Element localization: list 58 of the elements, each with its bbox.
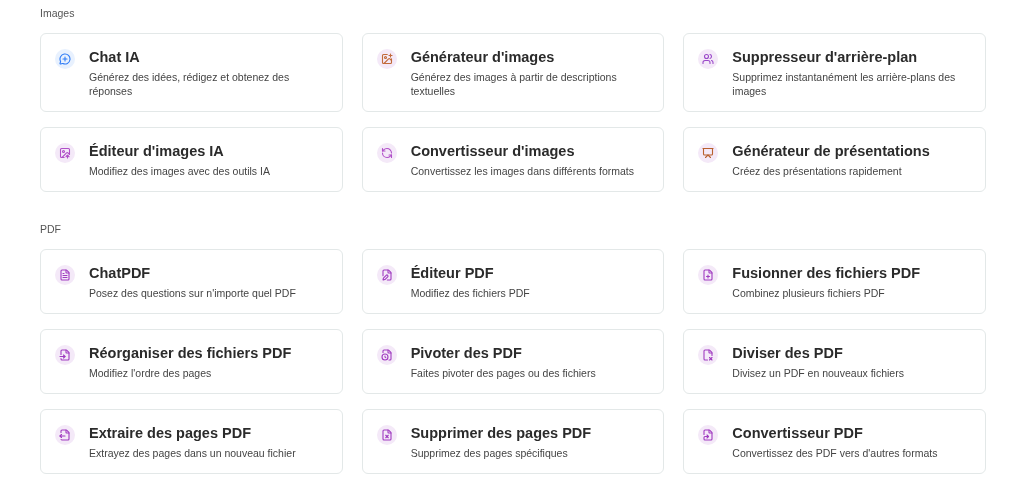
- tool-card[interactable]: Convertisseur d'images Convertissez les images dans différents formats: [361, 127, 665, 192]
- card-title: Convertisseur PDF: [732, 424, 864, 443]
- card-description: Créez des présentations rapidement: [732, 164, 903, 178]
- card-title: Éditeur d'images IA: [89, 142, 225, 161]
- card-description: Générez des images à partir de descriptions textuelles: [410, 70, 618, 98]
- card-description: Modifiez des fichiers PDF: [410, 286, 530, 300]
- card-description: Convertissez les images dans différents formats: [410, 164, 634, 178]
- tool-card[interactable]: Pivoter des PDF Faites pivoter des pages ou des fichiers: [361, 329, 665, 394]
- document-cross-icon: [698, 345, 719, 365]
- card-title: Générateur de présentations: [732, 142, 930, 161]
- card-description: Divisez un PDF en nouveaux fichiers: [732, 366, 904, 380]
- tool-card[interactable]: Supprimer des pages PDF Supprimez des pages spécifiques: [361, 409, 665, 474]
- card-title: Pivoter des PDF: [410, 344, 523, 363]
- tool-card[interactable]: Fusionner des fichiers PDF Combinez plusieurs fichiers PDF: [683, 249, 986, 314]
- card-description: Faites pivoter des pages ou des fichiers: [410, 366, 596, 380]
- tool-card[interactable]: Éditeur d'images IA Modifiez des images avec des outils IA: [40, 127, 343, 192]
- document-icon: [55, 265, 75, 285]
- document-plus-icon: [698, 265, 719, 285]
- tool-card[interactable]: Suppresseur d'arrière-plan Supprimez instantanément les arrière-plans des images: [683, 33, 986, 112]
- card-description: Posez des questions sur n'importe quel PDF: [89, 286, 296, 300]
- tool-card[interactable]: Extraire des pages PDF Extrayez des pages dans un nouveau fichier: [40, 409, 343, 474]
- tool-card[interactable]: Chat IA Générez des idées, rédigez et obtenez des réponses: [40, 33, 343, 112]
- presentation-icon: [698, 143, 719, 163]
- card-description: Modifiez l'ordre des pages: [89, 366, 213, 380]
- card-title: Chat IA: [89, 48, 141, 67]
- card-title: Diviser des PDF: [732, 344, 844, 363]
- image-plus-icon: [376, 49, 397, 69]
- tool-card[interactable]: Diviser des PDF Divisez un PDF en nouveaux fichiers: [683, 329, 986, 394]
- card-description: Supprimez instantanément les arrière-plans des images: [732, 70, 957, 98]
- card-description: Combinez plusieurs fichiers PDF: [732, 286, 886, 300]
- card-title: Fusionner des fichiers PDF: [732, 264, 921, 283]
- tool-card[interactable]: ChatPDF Posez des questions sur n'importe quel PDF: [40, 249, 343, 314]
- card-title: Supprimer des pages PDF: [410, 424, 592, 443]
- card-title: Réorganiser des fichiers PDF: [89, 344, 292, 363]
- tool-card[interactable]: Générateur d'images Générez des images à partir de descriptions textuelles: [361, 33, 665, 112]
- tool-card[interactable]: Convertisseur PDF Convertissez des PDF vers d'autres formats: [683, 409, 986, 474]
- card-description: Générez des idées, rédigez et obtenez des réponses: [89, 70, 291, 98]
- document-pen-icon: [376, 265, 397, 285]
- card-description: Supprimez des pages spécifiques: [410, 446, 569, 460]
- card-title: Convertisseur d'images: [410, 142, 576, 161]
- card-description: Modifiez des images avec des outils IA: [89, 164, 270, 178]
- image-icon: [55, 143, 75, 163]
- tool-card[interactable]: Réorganiser des fichiers PDF Modifiez l'ordre des pages: [40, 329, 343, 394]
- card-description: Convertissez des PDF vers d'autres formats: [732, 446, 938, 460]
- section-heading: Images: [40, 6, 76, 20]
- document-cross-icon: [376, 425, 397, 445]
- card-title: Extraire des pages PDF: [89, 424, 252, 443]
- tool-card[interactable]: Éditeur PDF Modifiez des fichiers PDF: [361, 249, 665, 314]
- section-heading: PDF: [40, 222, 62, 236]
- card-title: Éditeur PDF: [410, 264, 495, 283]
- tool-card[interactable]: Générateur de présentations Créez des présentations rapidement: [683, 127, 986, 192]
- card-description: Extrayez des pages dans un nouveau fichier: [89, 446, 296, 460]
- chat-icon: [55, 49, 75, 69]
- card-title: ChatPDF: [89, 264, 152, 283]
- card-title: Suppresseur d'arrière-plan: [732, 48, 919, 67]
- refresh-icon: [376, 143, 397, 163]
- card-title: Générateur d'images: [410, 48, 556, 67]
- people-icon: [698, 49, 719, 69]
